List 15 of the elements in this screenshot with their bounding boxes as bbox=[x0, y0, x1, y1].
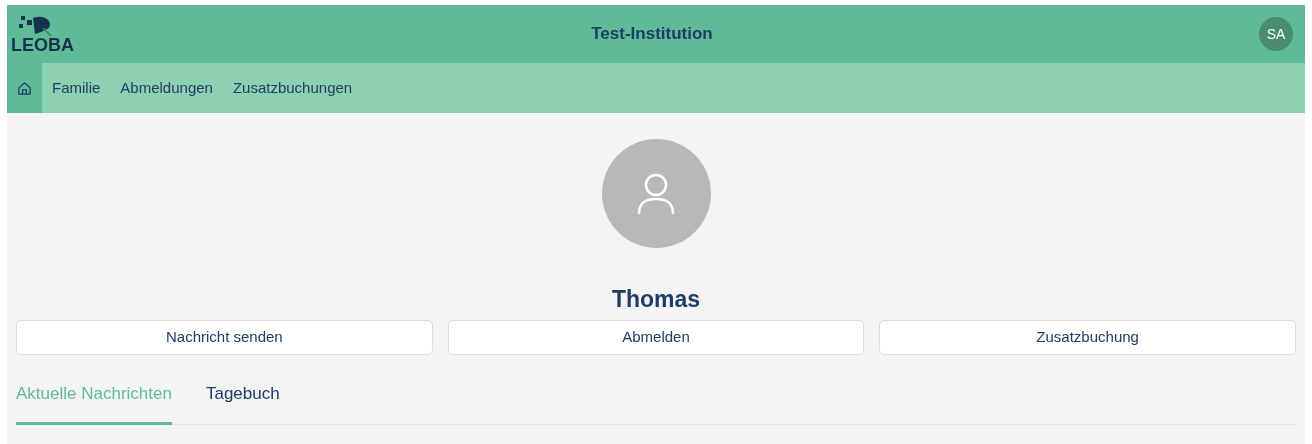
nav-item[interactable]: Abmeldungen bbox=[110, 63, 223, 113]
home-tab[interactable] bbox=[7, 63, 42, 113]
user-icon bbox=[637, 172, 675, 215]
user-avatar[interactable]: SA bbox=[1259, 17, 1293, 51]
profile-name: Thomas bbox=[611, 285, 701, 314]
institution-title: Test-Institution bbox=[591, 23, 713, 46]
logo[interactable]: LEOBA bbox=[11, 14, 111, 54]
action-button[interactable]: Abmelden bbox=[447, 319, 865, 355]
tab[interactable]: Tagebuch bbox=[205, 378, 280, 425]
nav-item[interactable]: Zusatzbuchungen bbox=[222, 63, 363, 113]
home-icon bbox=[17, 80, 32, 96]
logo-text: LEOBA bbox=[11, 36, 74, 54]
action-button[interactable]: Zusatzbuchung bbox=[879, 319, 1296, 355]
action-button[interactable]: Nachricht senden bbox=[16, 319, 433, 355]
nav-item[interactable]: Familie bbox=[42, 63, 111, 113]
